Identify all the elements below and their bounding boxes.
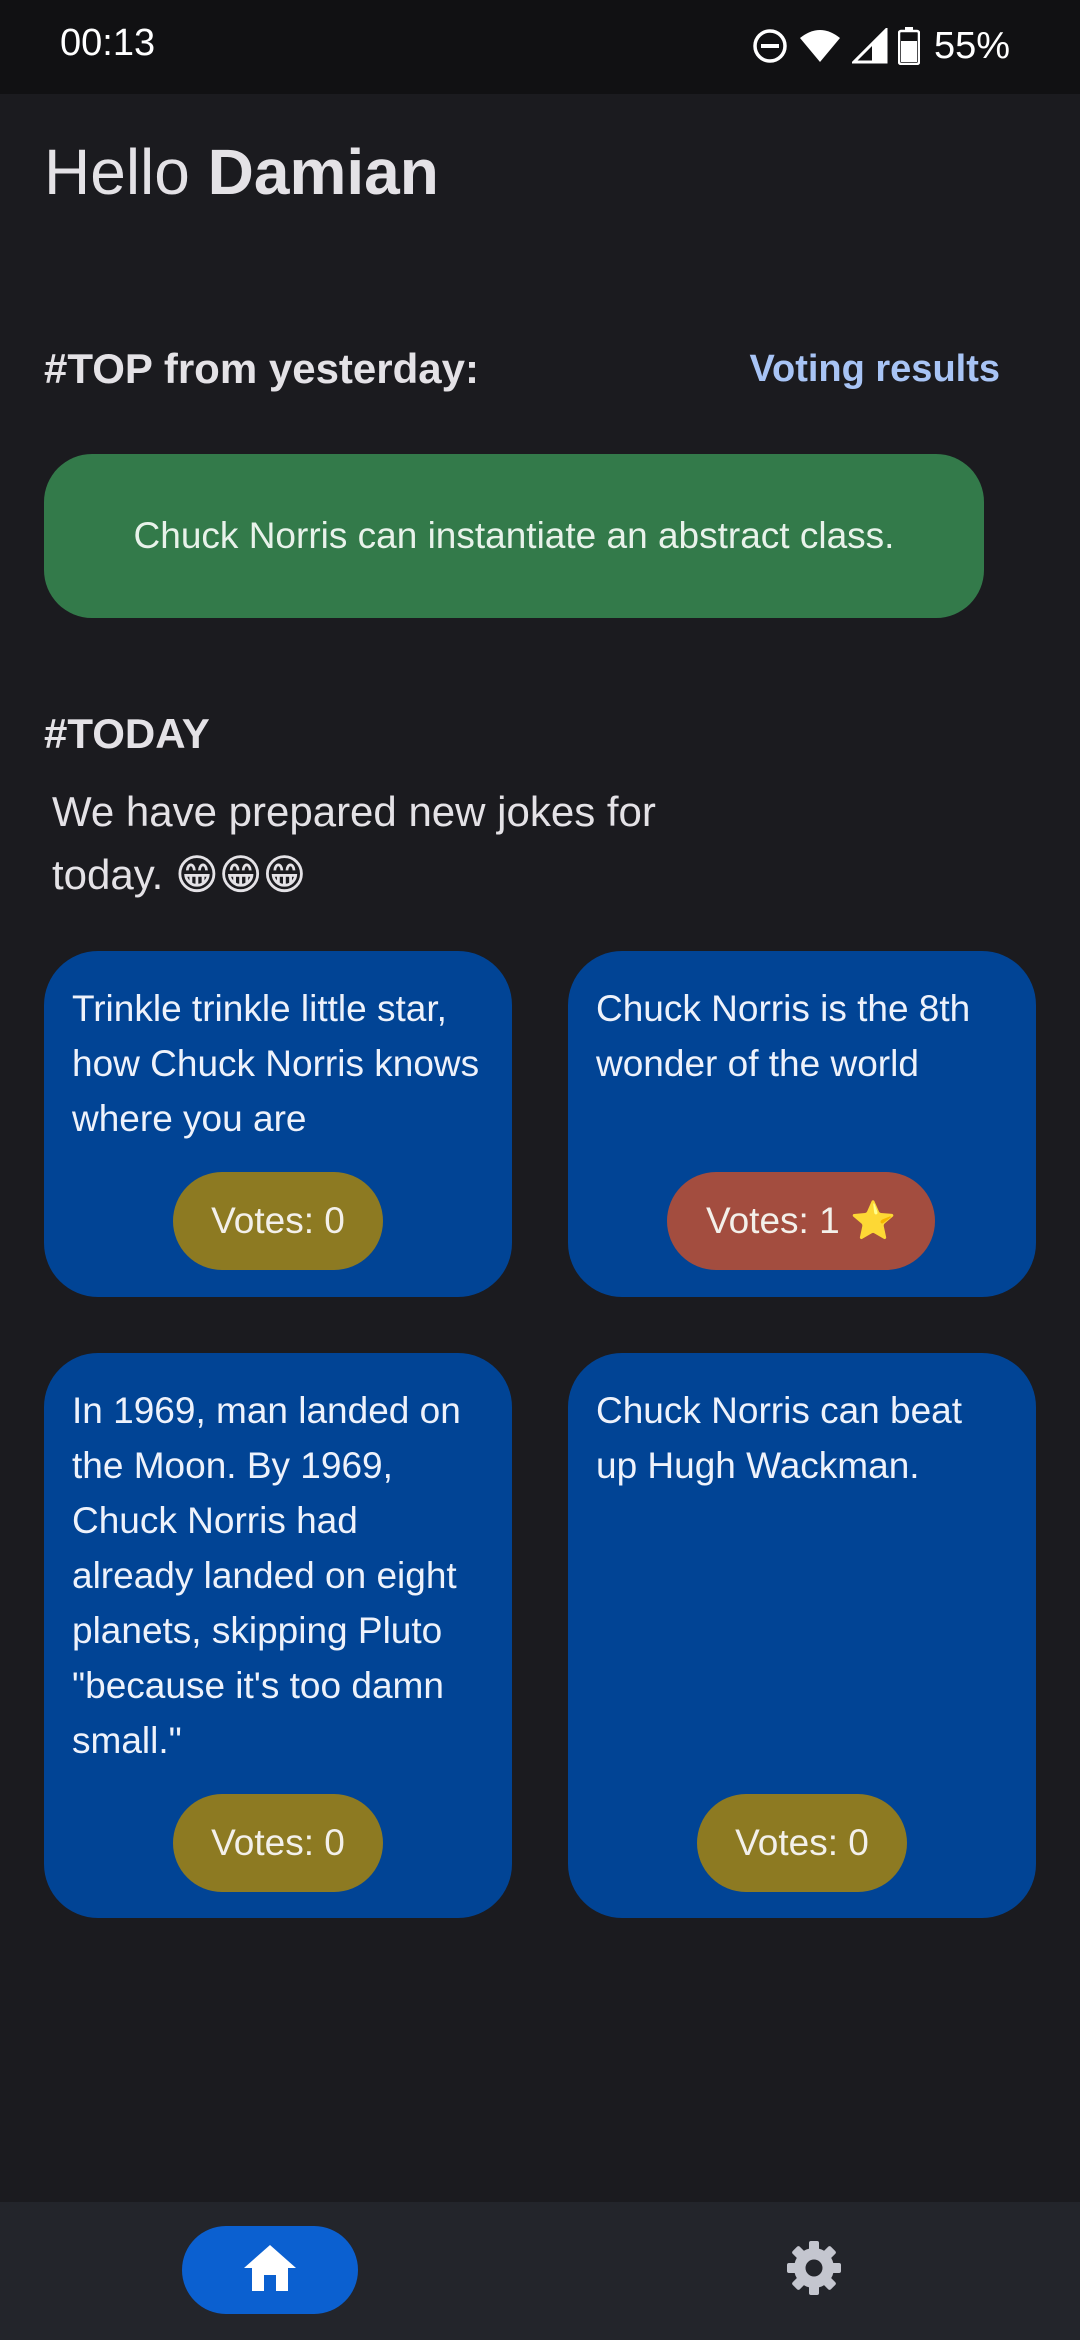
joke-text: Chuck Norris can beat up Hugh Wackman. bbox=[596, 1390, 963, 1486]
battery-icon bbox=[897, 27, 920, 65]
today-subtitle: We have prepared new jokes for today. 😁😁… bbox=[52, 788, 656, 898]
joke-card[interactable]: In 1969, man landed on the Moon. By 1969… bbox=[44, 1353, 512, 1918]
home-icon bbox=[242, 2243, 298, 2298]
joke-text: Chuck Norris is the 8th wonder of the wo… bbox=[596, 988, 971, 1084]
vote-button[interactable]: Votes: 0 bbox=[173, 1794, 383, 1892]
top-section-title: #TOP from yesterday: bbox=[44, 345, 479, 392]
joke-text: Trinkle trinkle little star, how Chuck N… bbox=[72, 988, 480, 1139]
gear-icon bbox=[785, 2239, 843, 2302]
vote-button[interactable]: Votes: 0 bbox=[173, 1172, 383, 1270]
battery-percentage: 55% bbox=[933, 24, 1010, 67]
nav-home-button[interactable] bbox=[182, 2226, 358, 2314]
dnd-icon bbox=[752, 28, 788, 64]
greeting-prefix: Hello bbox=[44, 136, 208, 208]
status-icons: 55% bbox=[752, 22, 1010, 70]
status-bar: 00:13 55% bbox=[0, 0, 1080, 94]
joke-card[interactable]: Chuck Norris can beat up Hugh Wackman. V… bbox=[568, 1353, 1036, 1918]
nav-settings-button[interactable] bbox=[770, 2226, 858, 2314]
today-section-title: #TODAY bbox=[44, 710, 210, 757]
joke-card[interactable]: Trinkle trinkle little star, how Chuck N… bbox=[44, 951, 512, 1297]
status-time: 00:13 bbox=[60, 22, 156, 64]
top-joke-text: Chuck Norris can instantiate an abstract… bbox=[133, 515, 895, 556]
bottom-navigation bbox=[0, 2202, 1080, 2340]
voting-results-link[interactable]: Voting results bbox=[749, 348, 1000, 391]
vote-button[interactable]: Votes: 0 bbox=[697, 1794, 907, 1892]
joke-card[interactable]: Chuck Norris is the 8th wonder of the wo… bbox=[568, 951, 1036, 1297]
wifi-icon bbox=[798, 28, 842, 64]
user-name: Damian bbox=[207, 136, 439, 208]
joke-text: In 1969, man landed on the Moon. By 1969… bbox=[72, 1390, 461, 1761]
signal-icon bbox=[851, 28, 888, 64]
greeting: Hello Damian bbox=[44, 135, 439, 209]
top-joke-card[interactable]: Chuck Norris can instantiate an abstract… bbox=[44, 454, 984, 618]
vote-button[interactable]: Votes: 1 ⭐ bbox=[667, 1172, 935, 1270]
